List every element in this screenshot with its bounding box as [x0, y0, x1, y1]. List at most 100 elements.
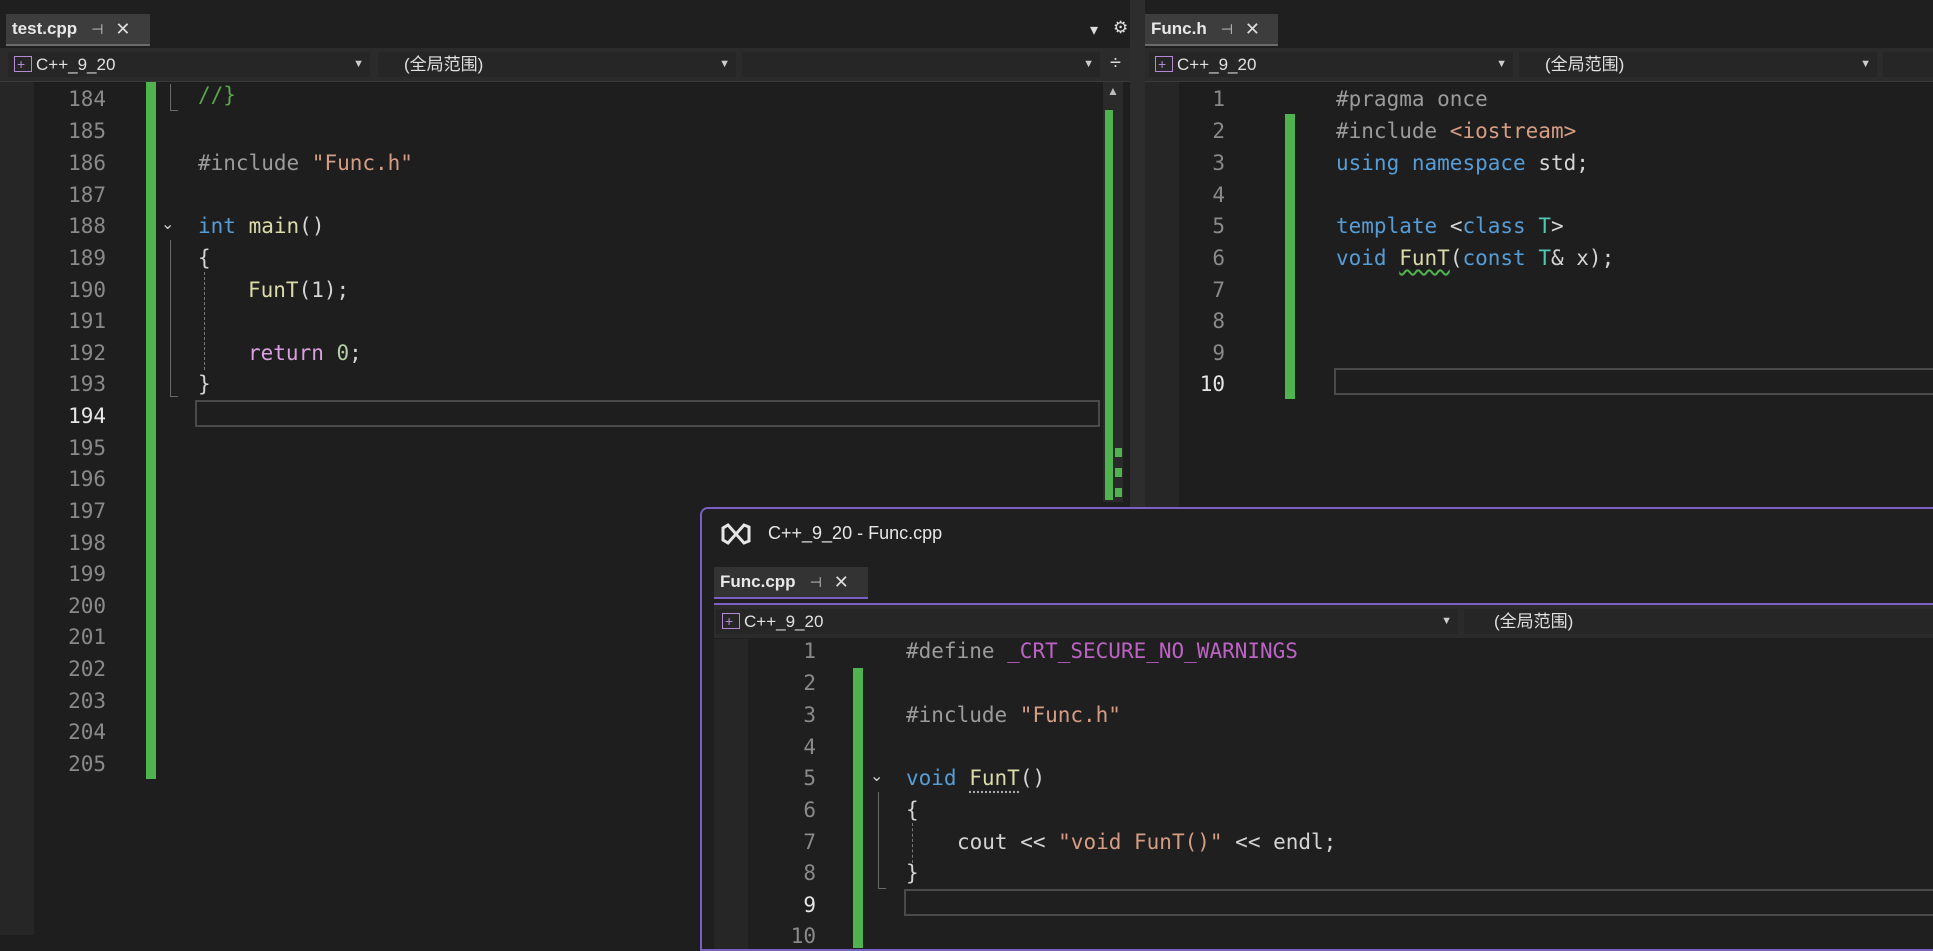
- member-dropdown[interactable]: [1883, 52, 1933, 77]
- code-line-190[interactable]: FunT(1);: [248, 274, 349, 306]
- code-line-184[interactable]: //}: [198, 79, 236, 111]
- code-line-188[interactable]: int main(): [198, 210, 324, 242]
- line-number: 8: [1212, 309, 1225, 333]
- collapse-chevron-icon[interactable]: ⌄: [161, 214, 174, 233]
- parameter: & x);: [1551, 246, 1615, 270]
- window-title: C++_9_20 - Func.cpp: [768, 523, 943, 543]
- change-indicator-bar: [1285, 114, 1295, 399]
- indent-guide: [204, 272, 205, 370]
- code-line-5[interactable]: void FunT(): [906, 762, 1045, 794]
- scrollbar-thumb[interactable]: [1105, 110, 1113, 500]
- floating-editor-window: C++_9_20 - Func.cpp Func.cpp ⊣ ✕ C++_9_2…: [700, 507, 1933, 951]
- line-number: 205: [68, 752, 106, 776]
- keyword: void: [906, 766, 957, 790]
- line-number: 201: [68, 625, 106, 649]
- close-icon[interactable]: ✕: [115, 19, 130, 40]
- line-number: 187: [68, 183, 106, 207]
- tab-test-cpp[interactable]: test.cpp ⊣ ✕: [6, 14, 150, 46]
- code-line-7[interactable]: cout << "void FunT()" << endl;: [957, 826, 1336, 858]
- line-number: 3: [1212, 151, 1225, 175]
- function-name: main: [248, 214, 300, 238]
- tab-list-dropdown-icon[interactable]: ▾: [1090, 20, 1098, 40]
- arguments: (1);: [298, 278, 350, 302]
- scope-label: (全局范围): [1494, 612, 1574, 631]
- preprocessor-directive: #define: [906, 639, 1008, 663]
- stream-expression: << endl;: [1222, 830, 1337, 854]
- collapse-chevron-icon[interactable]: ⌄: [870, 766, 883, 785]
- punctuation: >: [1551, 214, 1564, 238]
- project-dropdown[interactable]: C++_9_20 ▼: [1149, 52, 1513, 77]
- scope-dropdown[interactable]: (全局范围): [1464, 609, 1933, 634]
- current-line-highlight: [195, 400, 1100, 427]
- function-name: FunT: [1399, 246, 1450, 270]
- line-number: 184: [68, 87, 106, 111]
- tab-label: Func.cpp: [720, 572, 796, 591]
- right-nav-bar: C++_9_20 ▼ (全局范围) ▼: [1145, 48, 1933, 82]
- punctuation: (): [1019, 766, 1046, 790]
- type-param: T: [1538, 246, 1551, 270]
- project-icon: [1155, 52, 1173, 77]
- code-line-2[interactable]: #include <iostream>: [1336, 115, 1576, 147]
- code-line-192[interactable]: return 0;: [248, 337, 362, 369]
- line-number: 9: [1212, 341, 1225, 365]
- line-number: 198: [68, 531, 106, 555]
- punctuation: <: [1449, 214, 1463, 238]
- line-number: 4: [803, 735, 816, 759]
- current-line-number: 10: [1199, 372, 1225, 396]
- macro-name: _CRT_SECURE_NO_WARNINGS: [1007, 639, 1298, 663]
- scope-dropdown[interactable]: (全局范围) ▼: [1519, 52, 1877, 77]
- current-line-highlight: [904, 889, 1933, 916]
- code-line-1[interactable]: #pragma once: [1336, 83, 1488, 115]
- vertical-scrollbar[interactable]: ▲: [1103, 82, 1123, 502]
- line-number: 6: [803, 798, 816, 822]
- chevron-down-icon: ▼: [1860, 58, 1871, 70]
- code-line-1[interactable]: #define _CRT_SECURE_NO_WARNINGS: [906, 635, 1298, 667]
- indicator-margin: [0, 82, 34, 935]
- scope-dropdown[interactable]: (全局范围) ▼: [378, 52, 736, 77]
- code-line-186[interactable]: #include "Func.h": [198, 147, 413, 179]
- project-dropdown[interactable]: C++_9_20 ▼: [8, 52, 370, 77]
- left-tab-bar: test.cpp ⊣ ✕ ▾ ⚙: [0, 0, 1130, 47]
- fold-guide-end: [170, 396, 178, 397]
- close-icon[interactable]: ✕: [834, 572, 849, 593]
- member-dropdown[interactable]: ▼: [742, 52, 1100, 77]
- tab-func-h[interactable]: Func.h ⊣ ✕: [1145, 14, 1278, 46]
- tab-func-cpp[interactable]: Func.cpp ⊣ ✕: [714, 567, 868, 599]
- pin-icon[interactable]: ⊣: [810, 574, 822, 591]
- identifier: std;: [1538, 151, 1589, 175]
- project-dropdown[interactable]: C++_9_20 ▼: [716, 609, 1458, 634]
- gear-icon[interactable]: ⚙: [1113, 18, 1128, 38]
- scroll-up-icon[interactable]: ▲: [1107, 84, 1119, 98]
- line-number: 202: [68, 657, 106, 681]
- project-name: C++_9_20: [36, 55, 116, 74]
- code-line-6[interactable]: {: [906, 794, 919, 826]
- change-indicator-bar: [146, 82, 156, 779]
- keyword: namespace: [1411, 151, 1526, 175]
- code-line-5[interactable]: template <class T>: [1336, 210, 1564, 242]
- tab-label: Func.h: [1151, 19, 1207, 38]
- preprocessor-directive: #include: [198, 151, 312, 175]
- fold-guide: [170, 84, 171, 110]
- line-number: 199: [68, 562, 106, 586]
- keyword: const: [1462, 246, 1526, 270]
- number-literal: 0: [336, 341, 350, 365]
- code-line-6[interactable]: void FunT(const T& x);: [1336, 242, 1614, 274]
- float-tab-bar: Func.cpp ⊣ ✕: [702, 559, 1933, 603]
- code-line-193[interactable]: }: [198, 368, 211, 400]
- code-line-8[interactable]: }: [906, 857, 919, 889]
- line-number: 196: [68, 467, 106, 491]
- split-icon[interactable]: ÷: [1110, 52, 1121, 75]
- punctuation: (: [1449, 246, 1463, 270]
- code-line-3[interactable]: #include "Func.h": [906, 699, 1121, 731]
- line-number: 10: [790, 924, 816, 948]
- close-icon[interactable]: ✕: [1245, 19, 1260, 40]
- code-line-3[interactable]: using namespace std;: [1336, 147, 1589, 179]
- pin-icon[interactable]: ⊣: [91, 21, 103, 38]
- window-title-bar[interactable]: C++_9_20 - Func.cpp: [702, 509, 1933, 559]
- scope-label: (全局范围): [404, 55, 484, 74]
- chevron-down-icon: ▼: [1083, 58, 1094, 70]
- code-line-189[interactable]: {: [198, 242, 211, 274]
- line-number: 197: [68, 499, 106, 523]
- pin-icon[interactable]: ⊣: [1221, 21, 1233, 38]
- fold-guide: [878, 792, 879, 888]
